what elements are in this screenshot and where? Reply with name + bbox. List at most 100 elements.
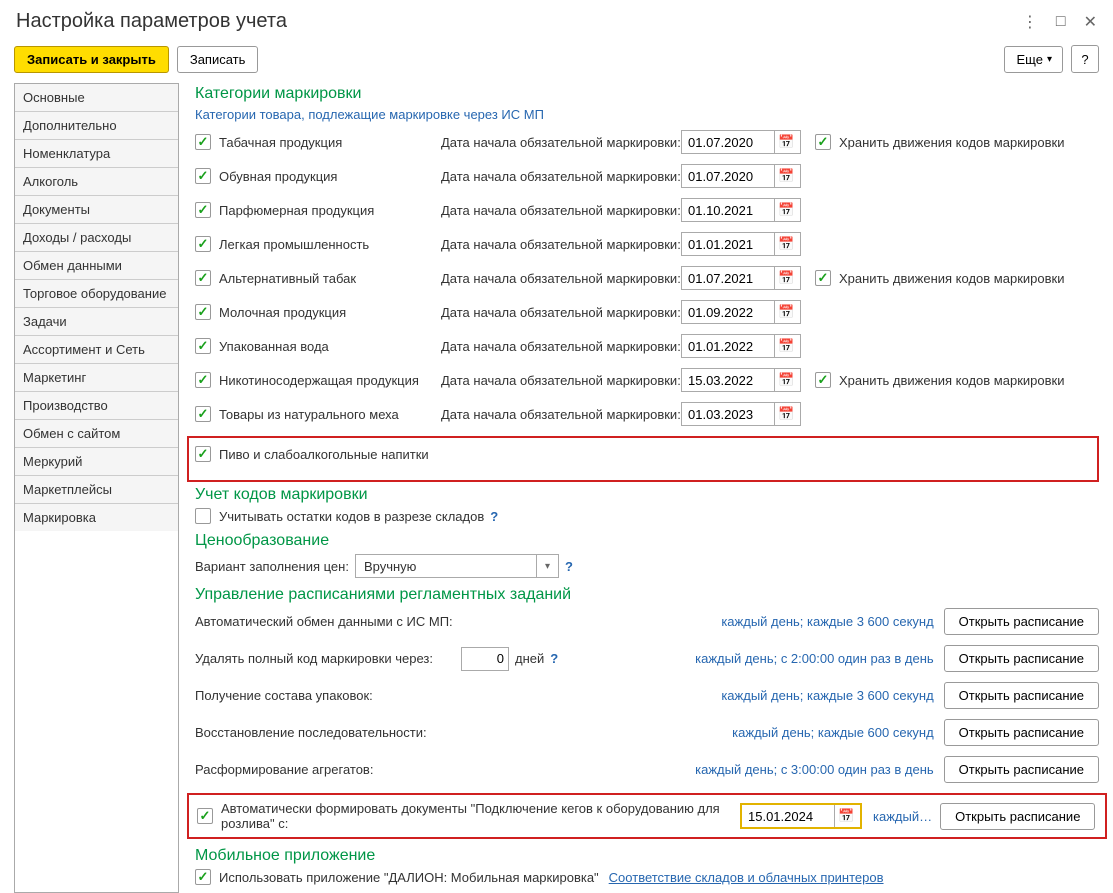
auto-keg-highlight: Автоматически формировать документы "Под…: [187, 793, 1107, 839]
date-input[interactable]: [682, 199, 774, 221]
sidebar-item[interactable]: Задачи: [15, 308, 178, 336]
date-input[interactable]: [682, 403, 774, 425]
sched-link[interactable]: каждый день; каждые 600 секунд: [732, 725, 934, 740]
calendar-icon[interactable]: 📅: [774, 267, 798, 289]
sched-link[interactable]: каждый…: [873, 809, 932, 824]
beer-checkbox[interactable]: [195, 446, 211, 462]
date-input[interactable]: [742, 805, 834, 827]
sidebar: Основные Дополнительно Номенклатура Алко…: [14, 83, 179, 893]
sidebar-item[interactable]: Дополнительно: [15, 112, 178, 140]
sidebar-item[interactable]: Доходы / расходы: [15, 224, 178, 252]
calendar-icon[interactable]: 📅: [774, 233, 798, 255]
open-schedule-button[interactable]: Открыть расписание: [944, 682, 1099, 709]
pricing-select[interactable]: Вручную ▾: [355, 554, 559, 578]
sidebar-item[interactable]: Обмен с сайтом: [15, 420, 178, 448]
open-schedule-button[interactable]: Открыть расписание: [944, 756, 1099, 783]
date-input-wrap[interactable]: 📅: [681, 198, 801, 222]
calendar-icon[interactable]: 📅: [774, 301, 798, 323]
sched-link[interactable]: каждый день; каждые 3 600 секунд: [721, 688, 933, 703]
store-label: Хранить движения кодов маркировки: [839, 373, 1064, 388]
auto-keg-checkbox[interactable]: [197, 808, 213, 824]
help-icon[interactable]: ?: [490, 509, 498, 524]
categories-subtitle-link[interactable]: Категории товара, подлежащие маркировке …: [195, 107, 1099, 122]
calendar-icon[interactable]: 📅: [774, 199, 798, 221]
sidebar-item[interactable]: Маркировка: [15, 504, 178, 531]
date-input-wrap[interactable]: 📅: [681, 300, 801, 324]
mobile-printers-link[interactable]: Соответствие складов и облачных принтеро…: [609, 870, 884, 885]
sched-link[interactable]: каждый день; с 3:00:00 один раз в день: [695, 762, 934, 777]
category-checkbox[interactable]: [195, 236, 211, 252]
help-icon[interactable]: ?: [565, 559, 573, 574]
sidebar-item[interactable]: Ассортимент и Сеть: [15, 336, 178, 364]
more-button[interactable]: Еще▾: [1004, 46, 1063, 73]
sched-link[interactable]: каждый день; с 2:00:00 один раз в день: [695, 651, 934, 666]
kebab-icon[interactable]: ⋮: [1022, 12, 1038, 32]
pricing-value: Вручную: [356, 559, 536, 574]
date-input-wrap[interactable]: 📅: [681, 368, 801, 392]
sidebar-item[interactable]: Номенклатура: [15, 140, 178, 168]
category-name: Табачная продукция: [219, 135, 441, 150]
category-checkbox[interactable]: [195, 168, 211, 184]
codes-warehouse-checkbox[interactable]: [195, 508, 211, 524]
open-schedule-button[interactable]: Открыть расписание: [944, 645, 1099, 672]
category-checkbox[interactable]: [195, 304, 211, 320]
date-input-wrap[interactable]: 📅: [681, 164, 801, 188]
category-checkbox[interactable]: [195, 134, 211, 150]
calendar-icon[interactable]: 📅: [834, 805, 858, 827]
date-input-wrap[interactable]: 📅: [681, 334, 801, 358]
date-start-label: Дата начала обязательной маркировки:: [441, 271, 681, 286]
calendar-icon[interactable]: 📅: [774, 131, 798, 153]
date-input[interactable]: [682, 267, 774, 289]
date-input-wrap[interactable]: 📅: [681, 232, 801, 256]
mobile-title: Мобильное приложение: [195, 847, 1099, 865]
save-close-button[interactable]: Записать и закрыть: [14, 46, 169, 73]
sidebar-item[interactable]: Маркетплейсы: [15, 476, 178, 504]
maximize-icon[interactable]: □: [1056, 13, 1066, 31]
category-checkbox[interactable]: [195, 270, 211, 286]
date-input[interactable]: [682, 131, 774, 153]
beer-highlight: Пиво и слабоалкогольные напитки: [187, 436, 1099, 482]
sidebar-item[interactable]: Производство: [15, 392, 178, 420]
sidebar-item[interactable]: Маркетинг: [15, 364, 178, 392]
calendar-icon[interactable]: 📅: [774, 369, 798, 391]
help-button[interactable]: ?: [1071, 45, 1099, 73]
chevron-down-icon[interactable]: ▾: [536, 555, 558, 577]
store-checkbox[interactable]: [815, 134, 831, 150]
date-input-wrap[interactable]: 📅: [681, 402, 801, 426]
sidebar-item[interactable]: Документы: [15, 196, 178, 224]
sidebar-item[interactable]: Торговое оборудование: [15, 280, 178, 308]
store-label: Хранить движения кодов маркировки: [839, 271, 1064, 286]
store-checkbox[interactable]: [815, 270, 831, 286]
schedules-title: Управление расписаниями регламентных зад…: [195, 586, 1099, 604]
sidebar-item[interactable]: Меркурий: [15, 448, 178, 476]
sidebar-item[interactable]: Обмен данными: [15, 252, 178, 280]
mobile-app-checkbox[interactable]: [195, 869, 211, 885]
save-button[interactable]: Записать: [177, 46, 259, 73]
date-input[interactable]: [682, 335, 774, 357]
store-checkbox[interactable]: [815, 372, 831, 388]
sidebar-item[interactable]: Основные: [15, 84, 178, 112]
category-checkbox[interactable]: [195, 372, 211, 388]
days-input[interactable]: [461, 647, 509, 671]
sched-link[interactable]: каждый день; каждые 3 600 секунд: [721, 614, 933, 629]
close-icon[interactable]: ✕: [1084, 12, 1097, 32]
open-schedule-button[interactable]: Открыть расписание: [944, 608, 1099, 635]
calendar-icon[interactable]: 📅: [774, 165, 798, 187]
category-checkbox[interactable]: [195, 202, 211, 218]
date-input[interactable]: [682, 233, 774, 255]
date-input[interactable]: [682, 369, 774, 391]
date-input[interactable]: [682, 301, 774, 323]
category-checkbox[interactable]: [195, 406, 211, 422]
date-input-wrap[interactable]: 📅: [681, 266, 801, 290]
calendar-icon[interactable]: 📅: [774, 403, 798, 425]
auto-keg-date-input[interactable]: 📅: [741, 804, 861, 828]
open-schedule-button[interactable]: Открыть расписание: [940, 803, 1095, 830]
date-input[interactable]: [682, 165, 774, 187]
help-icon[interactable]: ?: [550, 651, 558, 666]
sidebar-item[interactable]: Алкоголь: [15, 168, 178, 196]
date-start-label: Дата начала обязательной маркировки:: [441, 237, 681, 252]
date-input-wrap[interactable]: 📅: [681, 130, 801, 154]
calendar-icon[interactable]: 📅: [774, 335, 798, 357]
category-checkbox[interactable]: [195, 338, 211, 354]
open-schedule-button[interactable]: Открыть расписание: [944, 719, 1099, 746]
